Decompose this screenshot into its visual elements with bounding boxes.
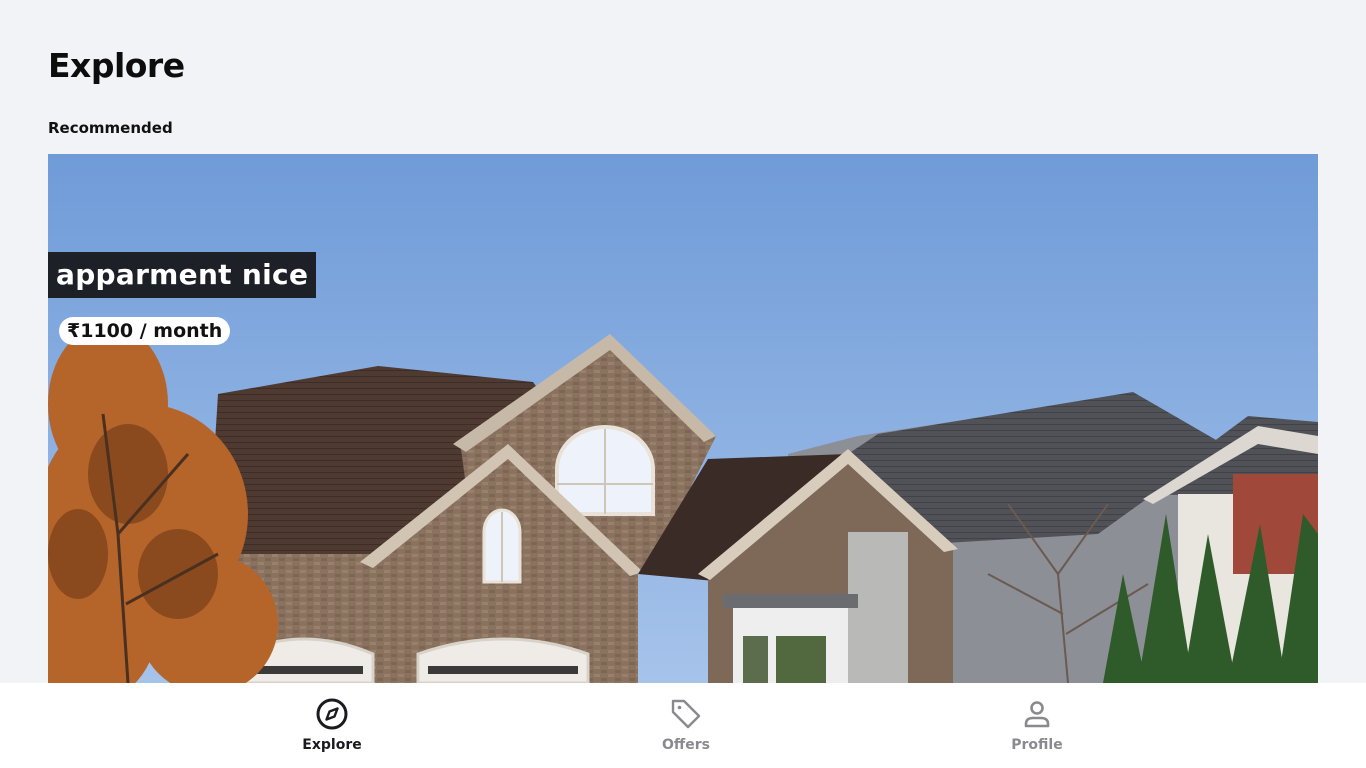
section-label-recommended: Recommended <box>48 119 173 137</box>
user-icon <box>1024 701 1050 728</box>
house-photo <box>48 154 1318 683</box>
listing-title: apparment nice <box>48 252 317 298</box>
tag-icon <box>671 699 701 729</box>
nav-item-profile[interactable]: Profile <box>977 697 1097 757</box>
nav-item-label: Profile <box>1011 737 1063 753</box>
nav-item-label: Explore <box>302 737 362 753</box>
nav-item-label: Offers <box>662 737 710 753</box>
listing-card[interactable]: apparment nice ₹1100 / month <box>48 154 1318 683</box>
compass-icon <box>316 698 348 730</box>
nav-item-explore[interactable]: Explore <box>272 697 392 757</box>
bottom-nav: Explore Offers Profile <box>0 683 1366 768</box>
page-title: Explore <box>48 46 185 85</box>
listing-price-badge: ₹1100 / month <box>59 317 231 345</box>
nav-item-offers[interactable]: Offers <box>626 697 746 757</box>
